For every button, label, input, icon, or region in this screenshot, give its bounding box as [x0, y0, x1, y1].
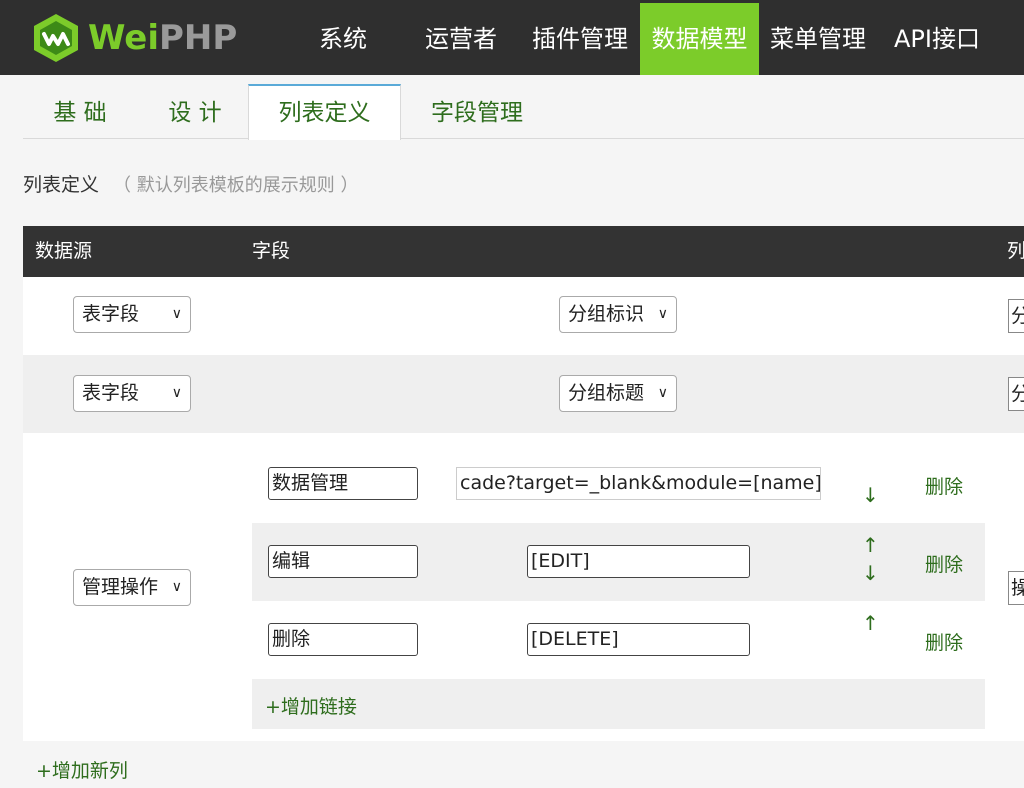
section-hint: （ 默认列表模板的展示规则 ） — [113, 175, 359, 196]
column-title-input[interactable]: 分 — [1008, 299, 1024, 333]
delete-link-button[interactable]: 删除 — [925, 550, 963, 577]
link-name-input[interactable]: 删除 — [268, 623, 418, 656]
add-column-button[interactable]: +增加新列 — [36, 756, 128, 783]
action-link-row: 数据管理 cade?target=_blank&module=[name] ↓ … — [252, 445, 985, 523]
delete-link-button[interactable]: 删除 — [925, 472, 963, 499]
section-title: 列表定义 （ 默认列表模板的展示规则 ） — [23, 170, 358, 197]
nav-item-api[interactable]: API接口 — [884, 3, 990, 75]
add-link-button[interactable]: +增加链接 — [265, 692, 357, 719]
link-url-input[interactable]: [EDIT] — [527, 545, 750, 578]
data-source-select-value: 管理操作 — [82, 576, 159, 598]
link-url-input[interactable]: cade?target=_blank&module=[name] — [456, 467, 821, 500]
data-source-select[interactable]: 表字段 ∨ — [73, 375, 191, 412]
data-source-select-value: 表字段 — [82, 382, 140, 404]
field-select[interactable]: 分组标识 ∨ — [559, 296, 677, 333]
logo-text: WeiPHP — [88, 18, 237, 58]
tab-field-management[interactable]: 字段管理 — [415, 84, 539, 139]
tab-basic[interactable]: 基 础 — [33, 84, 127, 139]
chevron-down-icon: ∨ — [171, 579, 182, 595]
data-source-select[interactable]: 管理操作 ∨ — [73, 569, 191, 606]
table-row: 表字段 ∨ 分组标题 ∨ — [23, 355, 1024, 433]
header-data-source: 数据源 — [35, 240, 93, 262]
data-source-select-value: 表字段 — [82, 303, 140, 325]
top-navigation-bar: WeiPHP 系统 运营者 插件管理 数据模型 菜单管理 API接口 — [0, 0, 1024, 75]
logo-text-php: PHP — [159, 18, 238, 58]
link-name-input[interactable]: 数据管理 — [268, 467, 418, 500]
weiphp-logo-icon — [34, 14, 78, 62]
tab-list-definition[interactable]: 列表定义 — [248, 84, 401, 140]
logo-text-wei: Wei — [88, 18, 160, 58]
data-source-select[interactable]: 表字段 ∨ — [73, 296, 191, 333]
section-title-text: 列表定义 — [23, 174, 100, 196]
chevron-down-icon: ∨ — [657, 385, 668, 401]
action-link-row: 编辑 [EDIT] ↑ ↓ 删除 — [252, 523, 985, 601]
tab-bar: 基 础 设 计 列表定义 字段管理 — [23, 84, 1024, 140]
table-row: 表字段 ∨ 分组标识 ∨ — [23, 277, 1024, 355]
chevron-down-icon: ∨ — [657, 306, 668, 322]
nav-item-menu-management[interactable]: 菜单管理 — [762, 3, 874, 75]
chevron-down-icon: ∨ — [171, 385, 182, 401]
field-select[interactable]: 分组标题 ∨ — [559, 375, 677, 412]
weiphp-logo[interactable]: WeiPHP — [30, 12, 237, 64]
field-select-value: 分组标识 — [568, 303, 645, 325]
add-link-row: +增加链接 — [252, 679, 985, 729]
table-header: 数据源 字段 — [23, 226, 1024, 277]
move-down-icon[interactable]: ↓ — [862, 561, 879, 585]
delete-link-button[interactable]: 删除 — [925, 628, 963, 655]
nav-item-data-model[interactable]: 数据模型 — [640, 3, 759, 75]
move-up-icon[interactable]: ↑ — [862, 533, 879, 557]
column-title-input[interactable]: 分 — [1008, 377, 1024, 411]
move-down-icon[interactable]: ↓ — [862, 483, 879, 507]
tab-design[interactable]: 设 计 — [147, 84, 243, 139]
field-select-value: 分组标题 — [568, 382, 645, 404]
chevron-down-icon: ∨ — [171, 306, 182, 322]
nav-item-plugin-management[interactable]: 插件管理 — [524, 3, 636, 75]
link-url-input[interactable]: [DELETE] — [527, 623, 750, 656]
link-name-input[interactable]: 编辑 — [268, 545, 418, 578]
table-row: 管理操作 ∨ 数据管理 cade?target=_blank&module=[na… — [23, 433, 1024, 741]
nav-item-system[interactable]: 系统 — [302, 3, 384, 75]
action-link-row: 删除 [DELETE] ↑ 删除 — [252, 601, 985, 679]
column-title-input[interactable]: 操 — [1008, 571, 1024, 605]
move-up-icon[interactable]: ↑ — [862, 611, 879, 635]
nav-item-operators[interactable]: 运营者 — [418, 3, 504, 75]
header-field: 字段 — [252, 240, 291, 262]
header-column-clipped: 列 — [1007, 240, 1024, 262]
